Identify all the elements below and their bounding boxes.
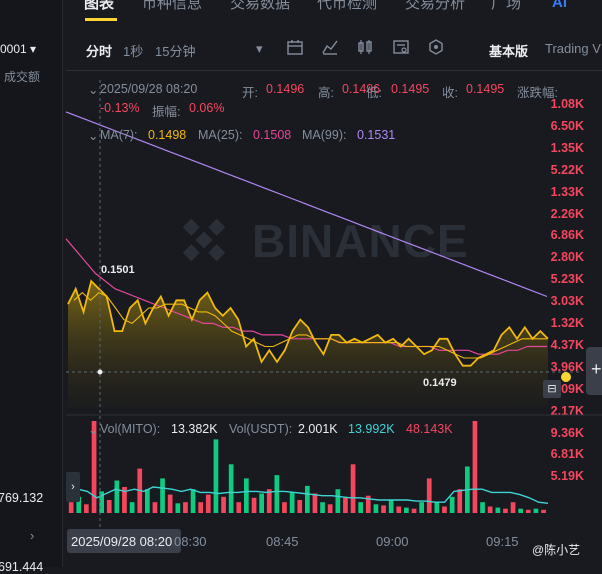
volume-bar — [167, 494, 173, 513]
volume-bar — [442, 506, 447, 513]
volume-bar — [236, 502, 242, 513]
volume-bar — [388, 500, 394, 513]
volume-bar — [106, 500, 112, 513]
vol-ma2-value: 48.143K — [406, 422, 453, 436]
volume-bar — [221, 496, 226, 513]
volume-bar — [495, 507, 501, 513]
volume-bar — [175, 503, 181, 513]
volume-bar — [518, 508, 523, 513]
volume-bar — [152, 502, 158, 513]
ma99-value: 0.1531 — [357, 128, 396, 142]
volume-bar — [541, 509, 546, 513]
volume-bar — [350, 464, 356, 513]
expand-pane-button[interactable]: › — [66, 472, 80, 502]
low-value: 0.1495 — [391, 82, 430, 96]
volume-bar — [487, 506, 493, 513]
volume-bar — [480, 502, 485, 513]
volume-bar — [426, 478, 432, 513]
last-price-dot — [561, 372, 571, 382]
volume-bar — [449, 496, 455, 513]
crosshair-point — [97, 369, 103, 375]
volume-bar — [396, 506, 402, 513]
volume-bar — [68, 502, 74, 513]
volume-bar — [297, 500, 303, 513]
ohlc-collapse-icon[interactable]: ⌄ — [88, 82, 98, 97]
vol-usdt-value: 2.001K — [298, 422, 338, 436]
volume-bar — [525, 509, 531, 513]
volume-bar — [320, 502, 325, 513]
volume-bar — [510, 502, 516, 513]
volume-bar — [274, 475, 280, 513]
volume-bar — [404, 507, 409, 513]
volume-bar — [434, 502, 440, 513]
volume-bar — [114, 480, 120, 513]
volume-bar — [282, 502, 287, 513]
vol-mito-label: Vol(MITO): — [100, 422, 161, 436]
open-value: 0.1496 — [266, 82, 305, 96]
change-value: -0.13% — [100, 101, 140, 115]
vol-usdt-label: Vol(USDT): — [229, 422, 293, 436]
volume-bar — [411, 508, 417, 513]
ma99-label: MA(99): — [302, 128, 347, 142]
price-area — [68, 281, 548, 408]
x-tick-label: 08:45 — [266, 534, 299, 549]
volume-bar — [358, 502, 363, 513]
volume-bar — [205, 494, 211, 513]
x-tick-label: 09:00 — [376, 534, 409, 549]
volume-bar — [472, 421, 478, 513]
amplitude-value: 0.06% — [189, 101, 225, 115]
change-label: 涨跌幅: — [517, 86, 558, 100]
volume-bar — [244, 478, 249, 513]
volume-bar — [183, 502, 188, 513]
volume-bar — [503, 508, 508, 513]
volume-bar — [129, 502, 135, 513]
volume-bar — [251, 497, 257, 513]
ohlc-date: 2025/09/28 08:20 — [100, 82, 198, 96]
volume-bar — [312, 493, 318, 513]
close-label: 收: — [442, 86, 458, 100]
author-credit: @陈小艺 — [532, 543, 581, 557]
volume-bar — [343, 497, 348, 513]
ma25-value: 0.1508 — [253, 128, 292, 142]
volume-bar — [327, 504, 333, 513]
volume-bar — [213, 439, 219, 513]
vol-collapse-icon[interactable]: ⌄ — [88, 422, 98, 437]
high-label: 高: — [318, 86, 334, 100]
volume-bar — [228, 464, 234, 513]
crosshair-date: 2025/09/28 08:20 — [71, 534, 173, 549]
date-jump-icon[interactable]: ⊟ — [543, 380, 561, 398]
ma7-label: MA(7): — [100, 128, 138, 142]
volume-bar — [533, 508, 539, 513]
x-tick-label: 08:30 — [174, 534, 207, 549]
volume-bar — [160, 478, 165, 513]
volume-bar — [190, 489, 196, 513]
price-high-label: 0.1501 — [101, 264, 135, 276]
vol-mito-value: 13.382K — [171, 422, 218, 436]
x-tick-label: 09:15 — [486, 534, 519, 549]
plus-icon: + — [591, 359, 602, 379]
amplitude-label: 振幅: — [152, 105, 181, 119]
low-label: 低: — [366, 86, 382, 100]
volume-bar — [419, 502, 424, 513]
volume-bar — [373, 504, 379, 513]
volume-bar — [198, 502, 203, 513]
volume-bar — [305, 485, 310, 513]
close-value: 0.1495 — [466, 82, 505, 96]
volume-bar — [145, 489, 150, 513]
vol-ma1-value: 13.992K — [348, 422, 395, 436]
ma-collapse-icon[interactable]: ⌄ — [88, 128, 98, 143]
price-low-label: 0.1479 — [423, 377, 457, 389]
volume-bar — [457, 489, 463, 513]
volume-bar — [84, 504, 89, 513]
ma7-value: 0.1498 — [148, 128, 187, 142]
volume-bar — [335, 489, 341, 513]
ma25-label: MA(25): — [198, 128, 243, 142]
volume-bar — [381, 505, 386, 513]
volume-bar — [289, 492, 295, 513]
open-label: 开: — [242, 86, 258, 100]
volume-bar — [259, 493, 264, 513]
